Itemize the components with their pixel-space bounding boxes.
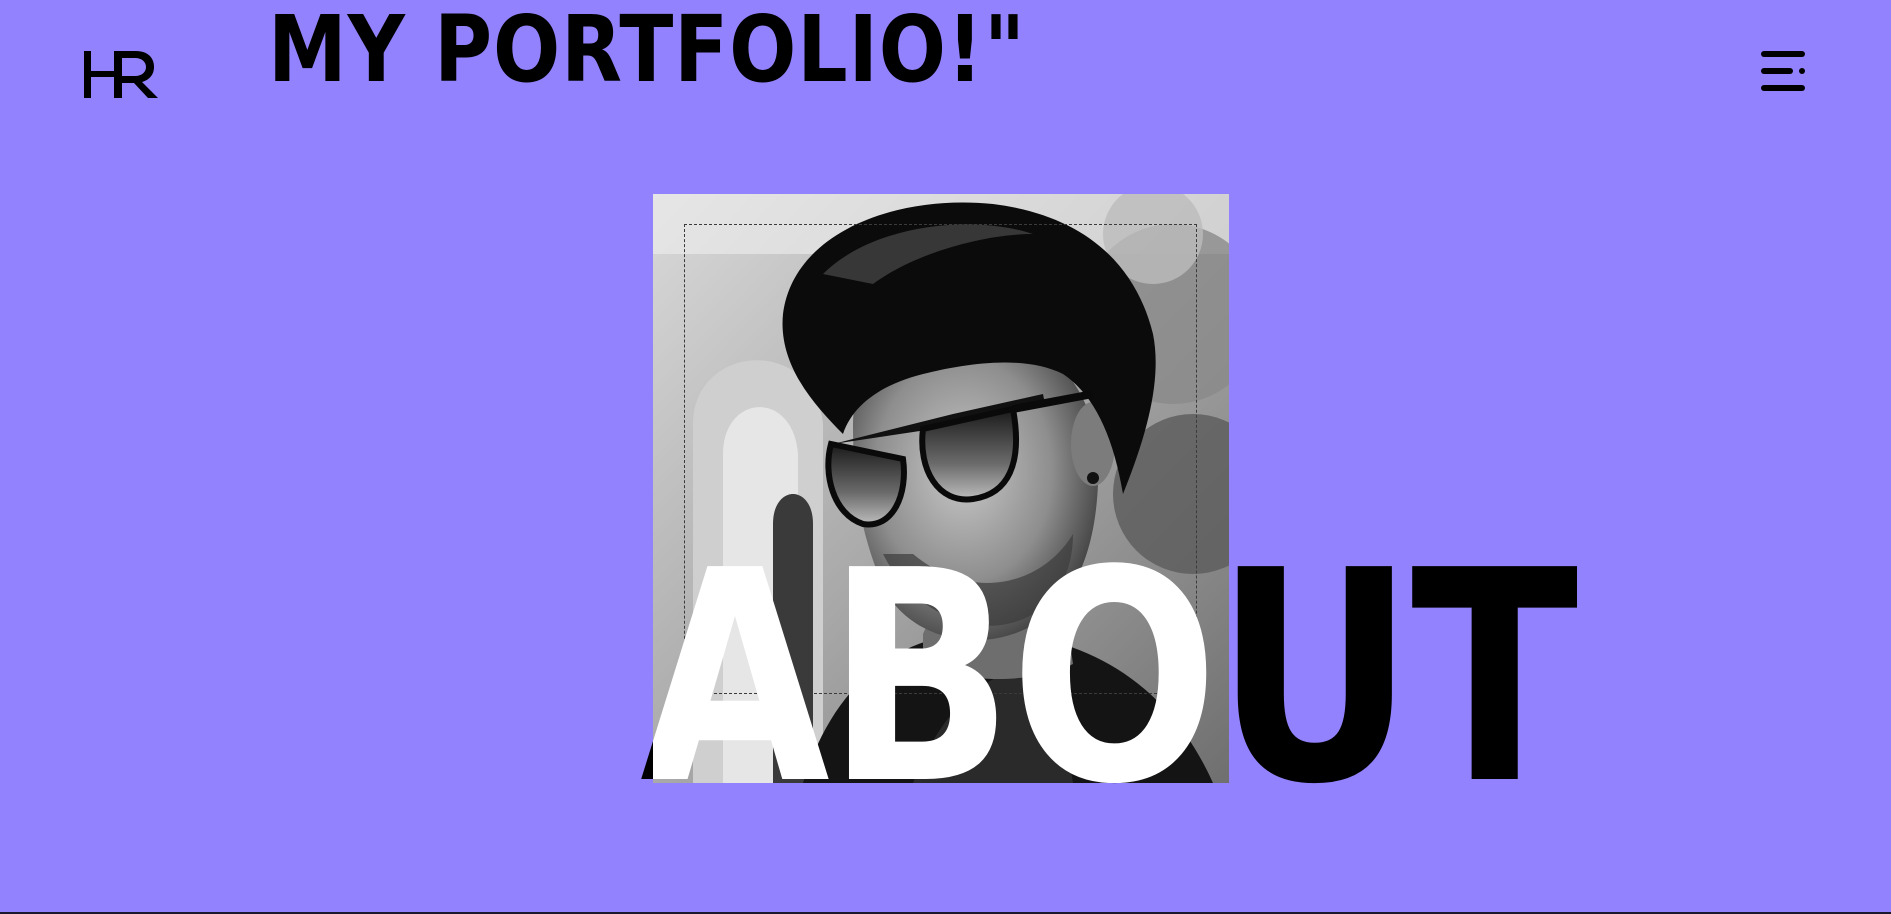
hamburger-menu-icon — [1761, 51, 1805, 91]
menu-button[interactable] — [1757, 47, 1809, 99]
logo-icon[interactable] — [84, 47, 170, 103]
about-heading-overlay: ABOUT — [653, 508, 1229, 783]
page-title: MY PORTFOLIO!" — [268, 0, 1026, 103]
about-overlay-clip: ABOUT — [653, 194, 1229, 783]
page: MY PORTFOLIO!" ABOUT — [0, 0, 1891, 912]
